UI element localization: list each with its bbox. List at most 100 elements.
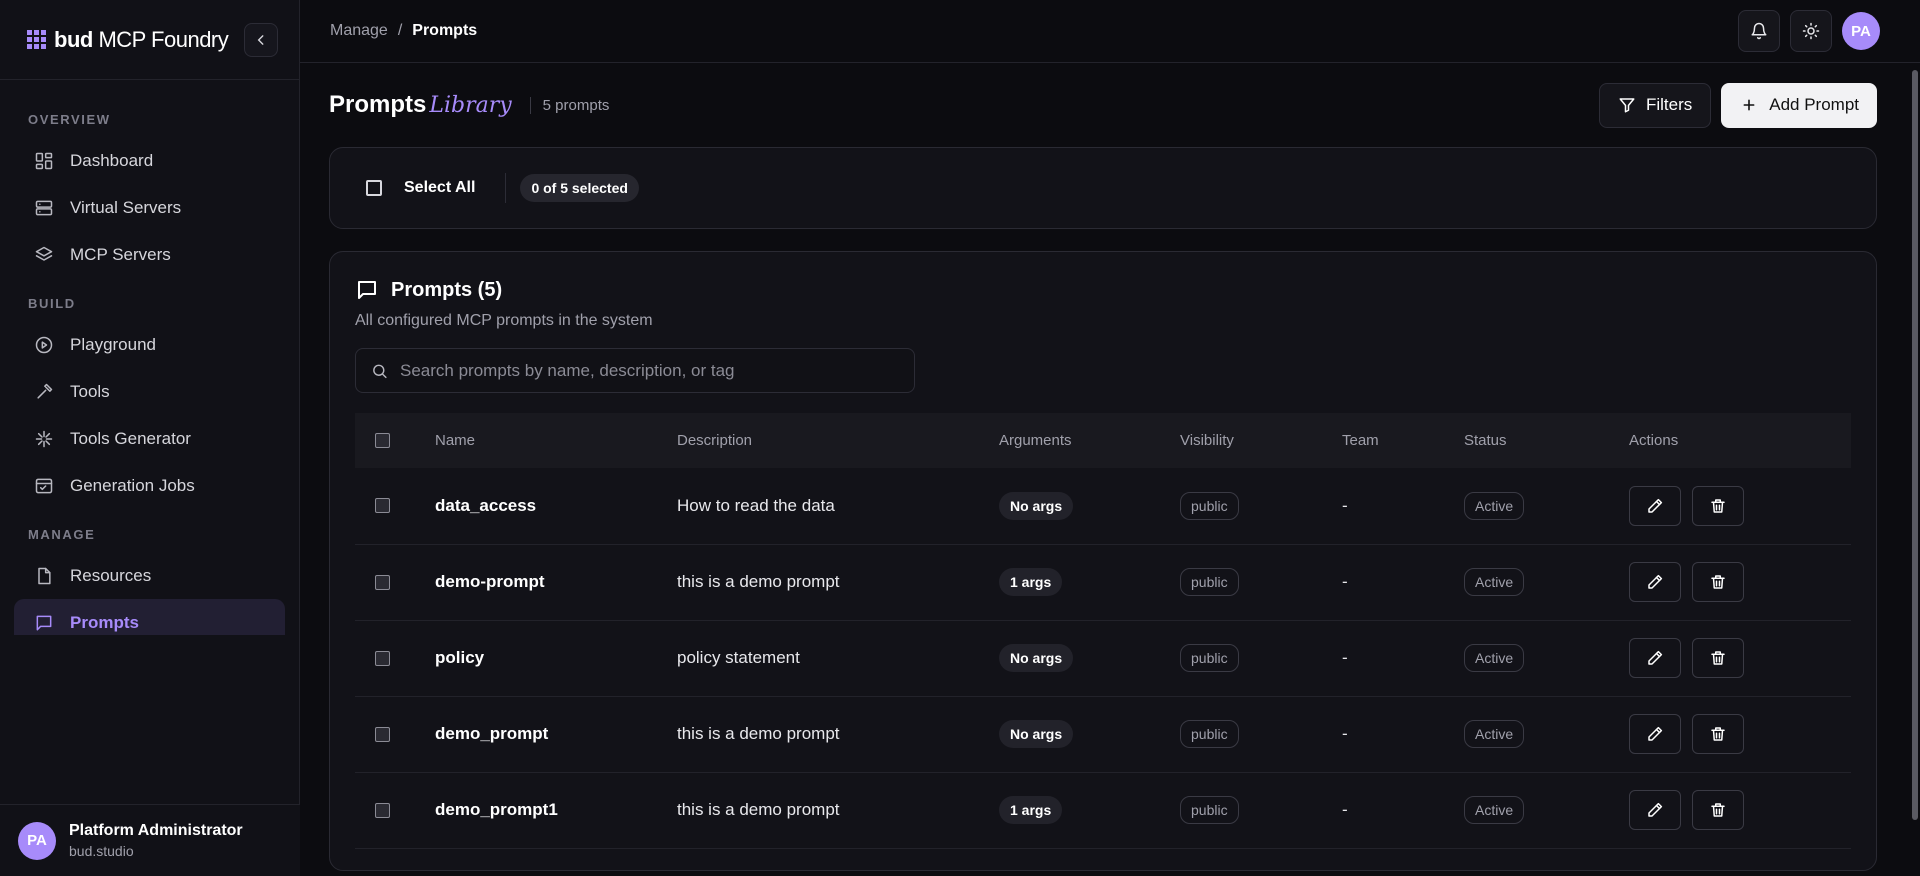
sidebar-item-label: Dashboard bbox=[70, 150, 154, 170]
delete-button[interactable] bbox=[1692, 485, 1744, 526]
sidebar-item-tools[interactable]: Tools bbox=[14, 368, 285, 415]
avatar: PA bbox=[18, 821, 56, 860]
edit-button[interactable] bbox=[1629, 638, 1681, 678]
page-scrollbar[interactable] bbox=[1912, 70, 1918, 820]
table-row[interactable]: demo-prompt this is a demo prompt 1 args pu… bbox=[355, 544, 1851, 620]
status-cell: Active bbox=[1464, 620, 1629, 696]
edit-button[interactable] bbox=[1629, 485, 1681, 526]
sidebar-item-mcp-servers[interactable]: MCP Servers bbox=[14, 231, 285, 278]
row-checkbox[interactable] bbox=[375, 498, 390, 514]
sidebar-item-label: Generation Jobs bbox=[70, 475, 195, 495]
pencil-icon bbox=[1648, 650, 1663, 665]
row-checkbox[interactable] bbox=[375, 650, 390, 666]
team-cell: - bbox=[1342, 724, 1348, 743]
table-row[interactable]: policy policy statement No args public - Acti… bbox=[355, 620, 1851, 696]
prompts-table: Name Description Arguments Visibility Te… bbox=[355, 413, 1851, 849]
delete-button[interactable] bbox=[1692, 562, 1744, 602]
row-checkbox[interactable] bbox=[375, 726, 390, 742]
status-badge: Active bbox=[1464, 568, 1525, 596]
breadcrumb-current: Prompts bbox=[412, 22, 478, 39]
sidebar-item-prompts[interactable]: Prompts bbox=[14, 599, 285, 635]
delete-button[interactable] bbox=[1692, 638, 1744, 678]
table-row[interactable]: data_access How to read the data No args pu… bbox=[355, 468, 1851, 544]
status-badge: Active bbox=[1464, 720, 1525, 748]
prompt-description: this is a demo prompt bbox=[677, 800, 840, 819]
filters-button[interactable]: Filters bbox=[1598, 82, 1712, 128]
sidebar-item-label: Tools bbox=[70, 381, 110, 401]
user-avatar-button[interactable]: PA bbox=[1842, 12, 1880, 50]
server-icon bbox=[35, 200, 53, 215]
row-checkbox[interactable] bbox=[375, 574, 390, 590]
prompt-count: 5 prompts bbox=[529, 96, 609, 114]
sidebar-item-generation-jobs[interactable]: Generation Jobs bbox=[14, 462, 285, 509]
search-input[interactable] bbox=[400, 360, 899, 381]
main-area: Manage / Prompts PA Prompts Library 5 pr… bbox=[300, 0, 1920, 876]
bud-logo-icon bbox=[27, 30, 46, 49]
table-row[interactable]: demo_prompt1 this is a demo prompt 1 args p… bbox=[355, 772, 1851, 848]
visibility-badge: public bbox=[1180, 491, 1239, 520]
col-actions: Actions bbox=[1629, 432, 1679, 449]
visibility-badge: public bbox=[1180, 796, 1239, 824]
add-prompt-button[interactable]: Add Prompt bbox=[1721, 82, 1877, 128]
select-all-checkbox[interactable] bbox=[366, 180, 382, 196]
select-all-label[interactable]: Select All bbox=[404, 179, 475, 197]
plus-icon bbox=[1743, 99, 1755, 111]
row-checkbox-cell bbox=[355, 468, 435, 544]
table-header-row: Name Description Arguments Visibility Te… bbox=[355, 413, 1851, 468]
table-row[interactable]: demo_prompt this is a demo prompt No args p… bbox=[355, 696, 1851, 772]
sidebar: bud MCP Foundry OVERVIEW Dashboard Virtual… bbox=[0, 0, 300, 876]
prompt-name[interactable]: demo-prompt bbox=[435, 544, 677, 620]
selection-bar: Select All 0 of 5 selected bbox=[329, 147, 1877, 229]
bell-icon bbox=[1751, 22, 1767, 40]
edit-button[interactable] bbox=[1629, 714, 1681, 754]
delete-button[interactable] bbox=[1692, 790, 1744, 830]
pencil-icon bbox=[1648, 498, 1663, 513]
brand-name: bud MCP Foundry bbox=[54, 26, 229, 52]
visibility-badge: public bbox=[1180, 568, 1239, 596]
args-badge: No args bbox=[999, 491, 1074, 520]
col-arguments: Arguments bbox=[999, 432, 1072, 449]
sidebar-nav: OVERVIEW Dashboard Virtual Servers MCP Serv… bbox=[0, 80, 299, 635]
sidebar-item-tools-generator[interactable]: Tools Generator bbox=[14, 415, 285, 462]
trash-icon bbox=[1711, 727, 1725, 741]
chevron-left-icon bbox=[257, 35, 264, 45]
prompt-name[interactable]: policy bbox=[435, 620, 677, 696]
actions-cell bbox=[1629, 544, 1851, 620]
col-name: Name bbox=[435, 432, 476, 449]
prompt-name[interactable]: demo_prompt1 bbox=[435, 772, 677, 848]
sidebar-item-dashboard[interactable]: Dashboard bbox=[14, 137, 285, 184]
args-badge: No args bbox=[999, 720, 1074, 748]
args-cell: No args bbox=[999, 696, 1180, 772]
layers-icon bbox=[35, 246, 53, 261]
sidebar-item-resources[interactable]: Resources bbox=[14, 552, 285, 599]
visibility-cell: public bbox=[1180, 696, 1342, 772]
edit-button[interactable] bbox=[1629, 562, 1681, 602]
sidebar-item-virtual-servers[interactable]: Virtual Servers bbox=[14, 184, 285, 231]
row-checkbox[interactable] bbox=[375, 802, 390, 818]
user-name: Platform Administrator bbox=[69, 822, 243, 839]
user-profile[interactable]: PA Platform Administrator bud.studio bbox=[0, 804, 300, 876]
visibility-cell: public bbox=[1180, 468, 1342, 544]
page-title: Prompts Library bbox=[329, 91, 512, 119]
notifications-button[interactable] bbox=[1738, 10, 1780, 52]
breadcrumb-manage[interactable]: Manage bbox=[330, 22, 388, 40]
chat-icon bbox=[358, 281, 376, 299]
prompt-description: How to read the data bbox=[677, 495, 835, 515]
page-header: Prompts Library 5 prompts Filters Add Pr… bbox=[329, 63, 1877, 147]
status-badge: Active bbox=[1464, 796, 1525, 824]
nav-scroll-area: OVERVIEW Dashboard Virtual Servers MCP Serv… bbox=[0, 80, 299, 635]
edit-button[interactable] bbox=[1629, 790, 1681, 830]
delete-button[interactable] bbox=[1692, 714, 1744, 754]
sidebar-item-playground[interactable]: Playground bbox=[14, 321, 285, 368]
prompt-name[interactable]: data_access bbox=[435, 468, 677, 544]
actions-cell bbox=[1629, 620, 1851, 696]
args-badge: 1 args bbox=[999, 796, 1063, 824]
prompt-name[interactable]: demo_prompt bbox=[435, 696, 677, 772]
theme-toggle-button[interactable] bbox=[1790, 10, 1832, 52]
sidebar-item-label: Virtual Servers bbox=[70, 197, 182, 217]
header-checkbox[interactable] bbox=[375, 433, 390, 448]
status-badge: Active bbox=[1464, 644, 1525, 672]
collapse-sidebar-button[interactable] bbox=[244, 23, 278, 57]
topbar-actions: PA bbox=[1738, 10, 1880, 52]
brand-logo[interactable]: bud MCP Foundry bbox=[27, 26, 229, 53]
